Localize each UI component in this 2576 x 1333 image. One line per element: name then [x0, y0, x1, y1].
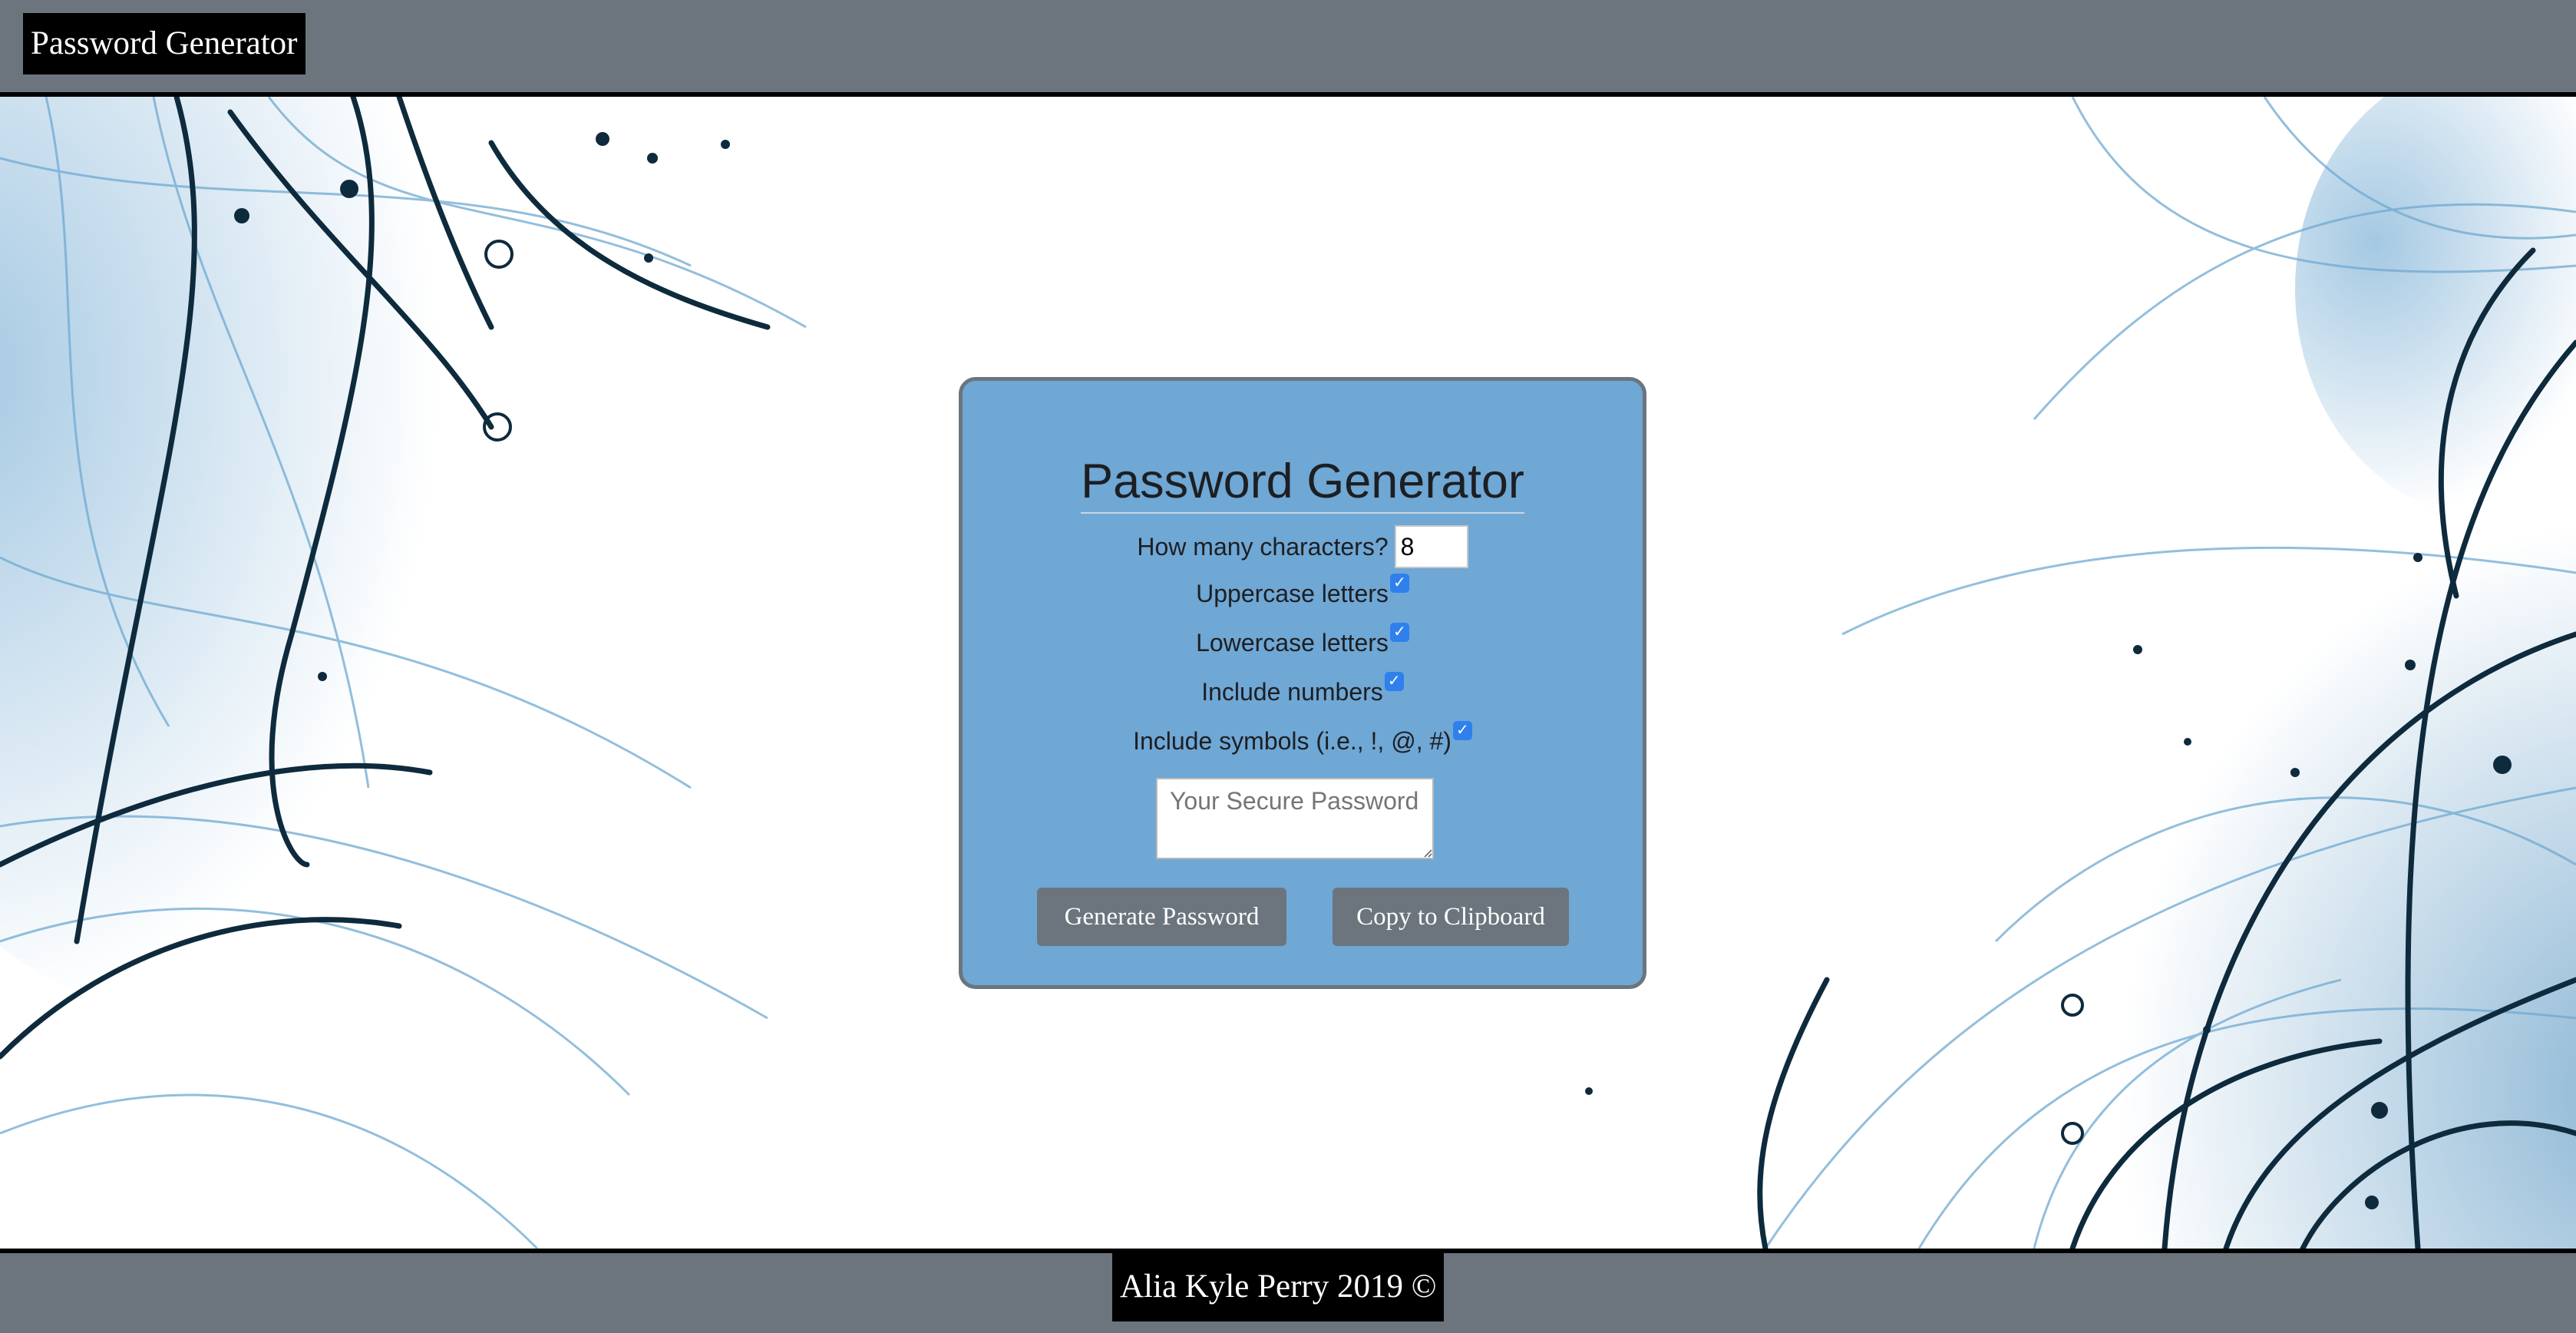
password-generator-card: Password Generator How many characters? … — [959, 377, 1646, 989]
footer: Alia Kyle Perry 2019 © — [0, 1249, 2576, 1333]
option-numbers: Include numbers ✓ — [963, 671, 1643, 706]
check-icon: ✓ — [1456, 721, 1469, 739]
navbar-brand[interactable]: Password Generator — [23, 13, 305, 74]
card-title: Password Generator — [963, 458, 1643, 514]
option-symbols: Include symbols (i.e., !, @, #) ✓ — [963, 720, 1643, 755]
footer-credit: Alia Kyle Perry 2019 © — [1112, 1253, 1445, 1321]
navbar: Password Generator — [0, 0, 2576, 97]
uppercase-checkbox[interactable]: ✓ — [1389, 573, 1409, 593]
check-icon: ✓ — [1393, 623, 1406, 640]
option-label: Uppercase letters — [1196, 580, 1389, 607]
numbers-checkbox[interactable]: ✓ — [1384, 671, 1404, 691]
length-label: How many characters? — [1137, 533, 1389, 561]
check-icon: ✓ — [1387, 672, 1401, 690]
option-lowercase: Lowercase letters ✓ — [963, 622, 1643, 657]
length-row: How many characters? — [963, 525, 1643, 568]
generate-password-button[interactable]: Generate Password — [1037, 888, 1286, 946]
password-output[interactable] — [1156, 778, 1434, 859]
check-icon: ✓ — [1393, 574, 1406, 591]
length-input[interactable] — [1394, 525, 1468, 568]
copy-to-clipboard-button[interactable]: Copy to Clipboard — [1333, 888, 1569, 946]
option-label: Lowercase letters — [1196, 629, 1389, 657]
option-label: Include numbers — [1201, 678, 1383, 706]
option-uppercase: Uppercase letters ✓ — [963, 573, 1643, 607]
lowercase-checkbox[interactable]: ✓ — [1389, 622, 1409, 642]
symbols-checkbox[interactable]: ✓ — [1452, 720, 1472, 740]
option-label: Include symbols (i.e., !, @, #) — [1133, 727, 1451, 755]
resize-grip-icon[interactable] — [1423, 848, 1432, 858]
hero-section: Password Generator How many characters? … — [0, 97, 2576, 1249]
